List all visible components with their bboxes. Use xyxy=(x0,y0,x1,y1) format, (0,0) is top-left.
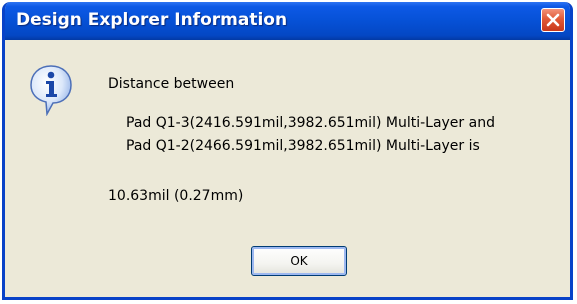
ok-button-label: OK xyxy=(290,254,308,268)
message-line-1: Pad Q1-3(2416.591mil,3982.651mil) Multi-… xyxy=(126,115,495,131)
dialog-window: Design Explorer Information Distance bet… xyxy=(2,2,573,300)
information-icon xyxy=(30,65,72,116)
message-intro: Distance between xyxy=(108,76,235,92)
message-line-2: Pad Q1-2(2466.591mil,3982.651mil) Multi-… xyxy=(126,138,480,154)
close-icon xyxy=(546,13,560,27)
title-bar[interactable]: Design Explorer Information xyxy=(5,2,570,40)
close-button[interactable] xyxy=(541,8,565,32)
dialog-title: Design Explorer Information xyxy=(16,10,288,30)
ok-button[interactable]: OK xyxy=(251,246,347,276)
message-result: 10.63mil (0.27mm) xyxy=(108,188,244,204)
